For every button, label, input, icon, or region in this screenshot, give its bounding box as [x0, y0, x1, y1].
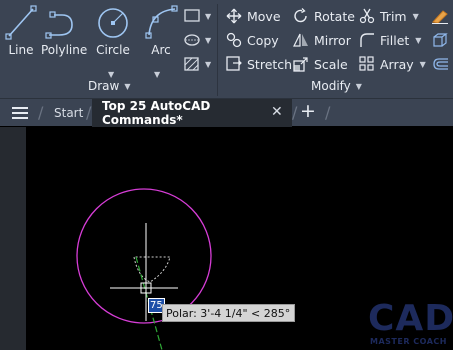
rotate-label: Rotate	[314, 8, 355, 24]
copy-button[interactable]: Copy	[226, 32, 279, 48]
array-button[interactable]: Array ▼	[359, 56, 426, 72]
document-tab-bar: / Start / Top 25 AutoCAD Commands* ✕ / +…	[0, 98, 453, 127]
move-label: Move	[247, 8, 281, 24]
cad-master-coach-logo: CAD MASTER COACH	[368, 299, 453, 350]
array-icon	[359, 56, 374, 71]
arc-tool-button[interactable]: Arc	[143, 3, 179, 57]
trim-label: Trim	[380, 8, 407, 24]
arc-dropdown-icon[interactable]: ▼	[154, 70, 160, 79]
polyline-tool-label: Polyline	[41, 43, 88, 57]
erase-icon	[432, 10, 448, 24]
offset-button[interactable]	[431, 56, 449, 72]
tab-active-drawing[interactable]: Top 25 AutoCAD Commands*	[92, 99, 292, 127]
mirror-label: Mirror	[314, 32, 351, 48]
hatch-tool-button[interactable]: ▼	[183, 56, 211, 72]
fillet-label: Fillet	[380, 32, 410, 48]
rotate-icon	[294, 8, 307, 23]
panel-divider	[217, 4, 218, 96]
magenta-circle	[76, 188, 212, 324]
stretch-label: Stretch	[247, 56, 293, 72]
drawing-canvas[interactable]: 75 Polar: 3'-4 1/4" < 285° CAD MASTER CO…	[26, 127, 453, 350]
line-icon	[5, 5, 37, 40]
explode-button[interactable]	[431, 32, 449, 48]
modify-panel-label: Modify	[311, 79, 351, 93]
tab-start-label: Start	[54, 106, 84, 120]
stretch-icon	[226, 56, 242, 71]
draw-panel-title[interactable]: Draw ▼	[88, 79, 131, 93]
tab-divider: /	[292, 103, 298, 122]
fillet-button[interactable]: Fillet ▼	[359, 32, 421, 48]
ellipse-icon	[184, 34, 200, 46]
scale-button[interactable]: Scale	[293, 56, 348, 72]
mirror-button[interactable]: Mirror	[293, 32, 351, 48]
scale-icon	[293, 57, 308, 72]
move-button[interactable]: Move	[226, 8, 281, 24]
polar-tooltip: Polar: 3'-4 1/4" < 285°	[162, 304, 296, 322]
ellipse-tool-button[interactable]: ▼	[183, 32, 211, 48]
copy-icon	[226, 32, 242, 48]
array-label: Array	[380, 56, 414, 72]
array-dropdown-icon[interactable]: ▼	[420, 60, 426, 69]
offset-icon	[433, 58, 448, 70]
move-icon	[226, 8, 242, 24]
draw-panel-dropdown-icon: ▼	[124, 81, 131, 91]
arc-icon	[145, 5, 178, 39]
erase-button[interactable]	[431, 8, 449, 24]
draw-panel-label: Draw	[88, 79, 120, 93]
explode-icon	[433, 33, 448, 47]
hamburger-menu-icon[interactable]	[12, 107, 28, 119]
tab-divider: /	[38, 103, 44, 122]
line-tool-label: Line	[8, 43, 34, 57]
mirror-icon	[293, 33, 308, 47]
tab-active-label: Top 25 AutoCAD Commands*	[102, 99, 211, 127]
hatch-dropdown-icon[interactable]: ▼	[205, 60, 211, 69]
trim-icon	[359, 8, 375, 24]
circle-tool-button[interactable]: Circle	[95, 3, 131, 57]
tab-divider: /	[325, 103, 331, 122]
rectangle-tool-button[interactable]: ▼	[183, 8, 211, 24]
fillet-icon	[360, 33, 374, 47]
rectangle-dropdown-icon[interactable]: ▼	[205, 12, 211, 21]
tab-close-icon[interactable]: ✕	[271, 104, 283, 120]
viewport-gutter	[0, 127, 26, 350]
rectangle-icon	[184, 9, 200, 22]
copy-label: Copy	[247, 32, 279, 48]
modify-panel-title[interactable]: Modify ▼	[311, 79, 362, 93]
ellipse-dropdown-icon[interactable]: ▼	[205, 36, 211, 45]
modify-panel-dropdown-icon: ▼	[355, 81, 362, 91]
polyline-tool-button[interactable]: Polyline	[41, 3, 87, 57]
circle-dropdown-icon[interactable]: ▼	[108, 70, 114, 79]
rotate-button[interactable]: Rotate	[293, 8, 355, 24]
stretch-button[interactable]: Stretch	[226, 56, 292, 72]
hatch-icon	[184, 57, 199, 71]
logo-sub-text: MASTER COACH	[370, 337, 447, 346]
line-tool-button[interactable]: Line	[4, 3, 38, 57]
fillet-dropdown-icon[interactable]: ▼	[415, 36, 421, 45]
polyline-icon	[45, 11, 73, 39]
ribbon: Line Polyline Circle Arc ▼ ▼ ▼ ▼ ▼ Draw …	[0, 0, 453, 98]
arc-tool-label: Arc	[151, 43, 171, 57]
circle-tool-label: Circle	[96, 43, 130, 57]
logo-main-text: CAD	[368, 298, 453, 339]
circle-icon	[98, 8, 128, 38]
tab-divider: /	[86, 103, 92, 122]
trim-button[interactable]: Trim ▼	[359, 8, 419, 24]
scale-label: Scale	[314, 56, 348, 72]
new-tab-plus-icon[interactable]: +	[300, 100, 316, 122]
trim-dropdown-icon[interactable]: ▼	[413, 12, 419, 21]
